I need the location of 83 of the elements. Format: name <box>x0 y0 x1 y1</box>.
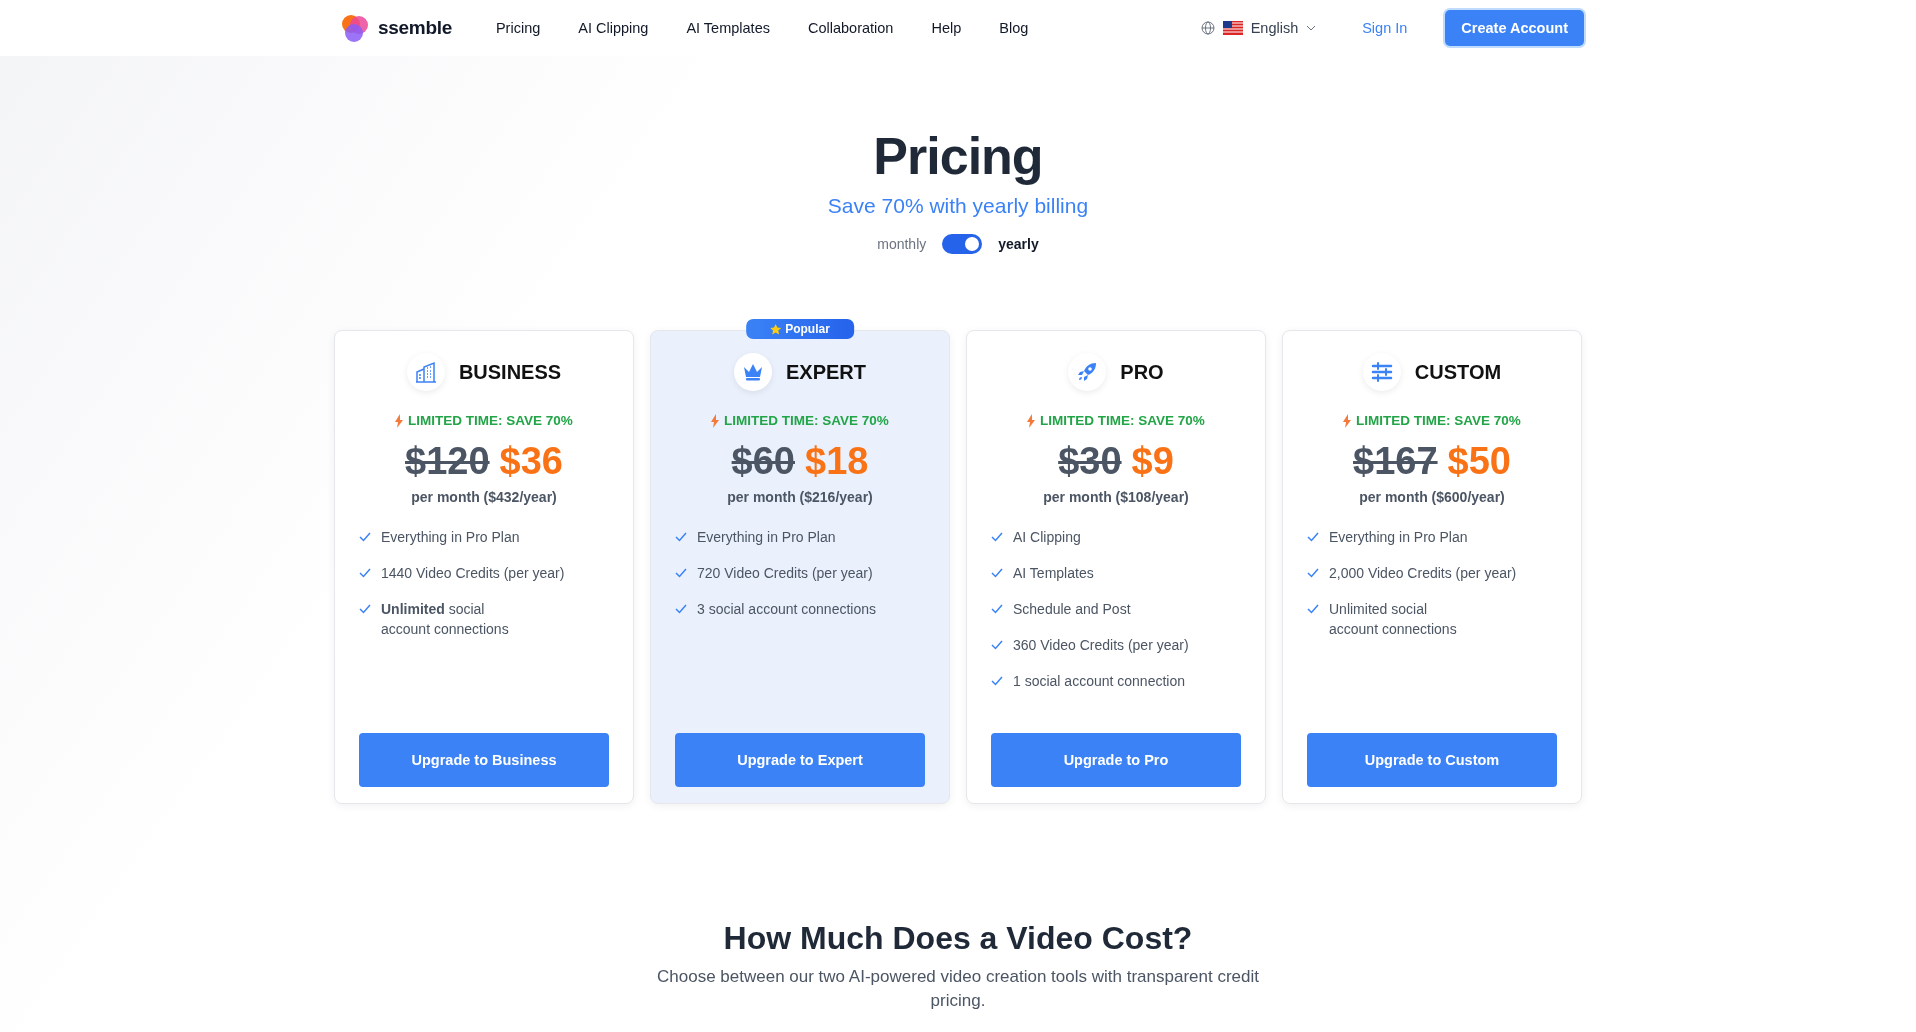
chevron-down-icon <box>1306 25 1317 31</box>
check-icon <box>1307 532 1319 542</box>
feature-text: Everything in Pro Plan <box>697 528 836 547</box>
feature-text: Schedule and Post <box>1013 600 1131 619</box>
upgrade-button[interactable]: Upgrade to Expert <box>675 733 925 787</box>
old-price: $30 <box>1058 440 1122 483</box>
feature-text: AI Templates <box>1013 564 1094 583</box>
upgrade-button[interactable]: Upgrade to Business <box>359 733 609 787</box>
monthly-label: monthly <box>877 236 927 252</box>
check-icon <box>991 676 1003 686</box>
price: $18 <box>805 440 869 483</box>
section-text: Choose between our two AI-powered video creation tools with transparent credit pricing. <box>656 966 1260 1012</box>
price: $50 <box>1447 440 1511 483</box>
old-price: $167 <box>1353 440 1438 483</box>
building-icon <box>414 361 437 383</box>
price-period: per month ($216/year) <box>727 489 873 505</box>
check-icon <box>675 604 687 614</box>
upgrade-button[interactable]: Upgrade to Pro <box>991 733 1241 787</box>
price: $9 <box>1131 440 1174 483</box>
nav-link[interactable]: AI Clipping <box>578 20 649 36</box>
price-period: per month ($432/year) <box>411 489 557 505</box>
upgrade-button[interactable]: Upgrade to Custom <box>1307 733 1557 787</box>
nav-link[interactable]: Collaboration <box>807 20 894 36</box>
old-price: $60 <box>731 440 795 483</box>
logo-icon <box>340 13 370 43</box>
feature-text: Unlimited social account connections <box>1329 600 1457 639</box>
lightning-icon <box>395 413 404 428</box>
price: $36 <box>499 440 563 483</box>
feature-text: AI Clipping <box>1013 528 1081 547</box>
plan-name: PRO <box>1120 360 1164 384</box>
promo-text: LIMITED TIME: SAVE 70% <box>1040 413 1205 428</box>
popular-badge: Popular <box>746 319 854 339</box>
feature-text: 360 Video Credits (per year) <box>1013 636 1189 655</box>
feature-text: 1 social account connection <box>1013 672 1185 691</box>
check-icon <box>359 604 371 614</box>
check-icon <box>675 568 687 578</box>
lightning-icon <box>1027 413 1036 428</box>
section-heading: How Much Does a Video Cost? <box>723 920 1193 957</box>
promo-text: LIMITED TIME: SAVE 70% <box>724 413 889 428</box>
old-price: $120 <box>405 440 490 483</box>
check-icon <box>991 532 1003 542</box>
star-icon <box>770 323 782 335</box>
yearly-label: yearly <box>998 236 1039 252</box>
billing-toggle[interactable] <box>942 234 983 254</box>
feature-text: 3 social account connections <box>697 600 876 619</box>
feature-text: Everything in Pro Plan <box>381 528 520 547</box>
check-icon <box>1307 568 1319 578</box>
check-icon <box>1307 604 1319 614</box>
nav-link[interactable]: Pricing <box>495 20 541 36</box>
globe-icon <box>1200 21 1215 35</box>
crown-icon <box>742 362 764 382</box>
price-period: per month ($600/year) <box>1359 489 1505 505</box>
nav-link[interactable]: AI Templates <box>686 20 770 36</box>
nav-link[interactable]: Help <box>931 20 962 36</box>
sliders-icon <box>1370 362 1393 382</box>
lightning-icon <box>711 413 720 428</box>
flag-icon <box>1222 21 1243 35</box>
promo-text: LIMITED TIME: SAVE 70% <box>1356 413 1521 428</box>
nav-link[interactable]: Blog <box>999 20 1029 36</box>
sign-in-link[interactable]: Sign In <box>1362 20 1408 36</box>
rocket-icon <box>1076 361 1099 383</box>
feature-text: 720 Video Credits (per year) <box>697 564 873 583</box>
language-selector[interactable]: English <box>1194 19 1323 37</box>
check-icon <box>991 604 1003 614</box>
feature-text: 1440 Video Credits (per year) <box>381 564 565 583</box>
plan-name: EXPERT <box>786 360 866 384</box>
page-subtitle: Save 70% with yearly billing <box>827 194 1089 218</box>
check-icon <box>991 640 1003 650</box>
logo-text: ssemble <box>378 17 452 39</box>
feature-text: 2,000 Video Credits (per year) <box>1329 564 1517 583</box>
check-icon <box>675 532 687 542</box>
plan-name: BUSINESS <box>458 360 562 384</box>
check-icon <box>991 568 1003 578</box>
promo-text: LIMITED TIME: SAVE 70% <box>408 413 573 428</box>
lightning-icon <box>1343 413 1352 428</box>
feature-text: Everything in Pro Plan <box>1329 528 1468 547</box>
plan-name: CUSTOM <box>1414 360 1502 384</box>
check-icon <box>359 532 371 542</box>
price-period: per month ($108/year) <box>1043 489 1189 505</box>
feature-text: Unlimited social account connections <box>381 600 509 639</box>
check-icon <box>359 568 371 578</box>
page-title: Pricing <box>873 126 1043 186</box>
create-account-button[interactable]: Create Account <box>1445 10 1584 46</box>
